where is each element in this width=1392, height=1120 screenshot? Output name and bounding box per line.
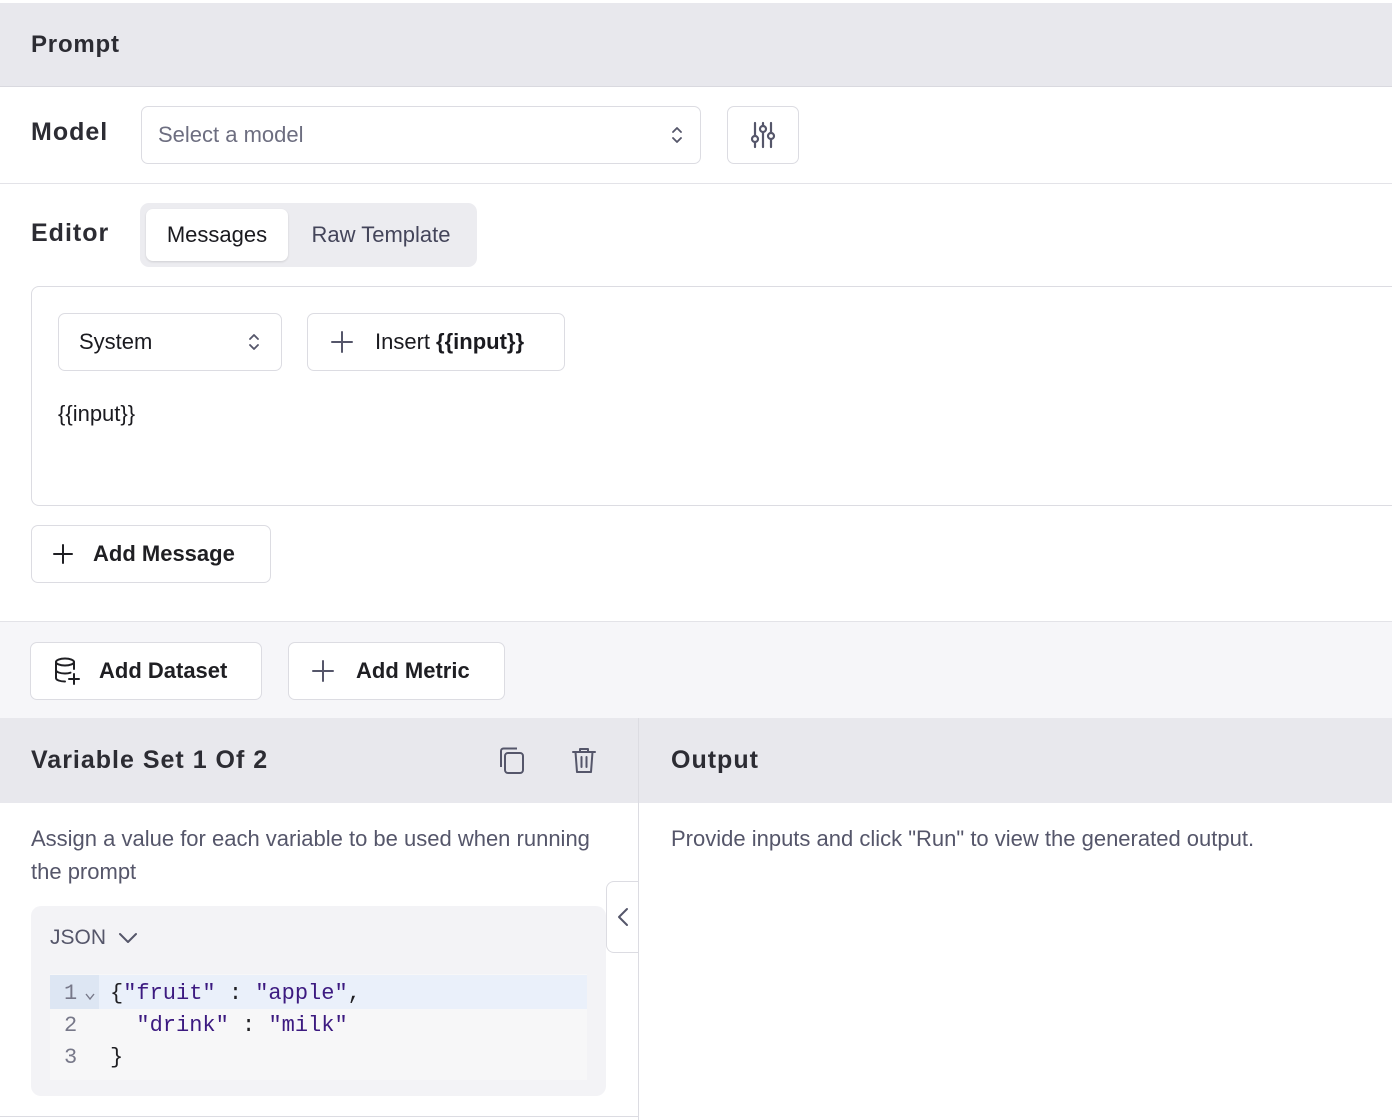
database-add-icon	[53, 656, 81, 686]
line-number: 3	[64, 1045, 78, 1070]
copy-icon[interactable]	[497, 745, 527, 777]
line-number: 1	[64, 981, 78, 1006]
insert-label: Insert	[375, 329, 431, 354]
tab-messages[interactable]: Messages	[146, 209, 288, 261]
model-settings-button[interactable]	[727, 106, 799, 164]
add-metric-button[interactable]: Add Metric	[288, 642, 505, 700]
tab-messages-label: Messages	[166, 222, 268, 247]
role-select-value: System	[79, 329, 153, 354]
editor-tabs: Messages Raw Template	[140, 203, 477, 267]
message-content[interactable]: {{input}}	[58, 401, 135, 427]
model-label: Model	[31, 118, 109, 146]
plus-icon	[330, 330, 354, 354]
chevron-updown-icon	[670, 124, 684, 146]
json-editor-card: JSON 1 {"fruit" : "apple", 2 "drink" : "…	[31, 906, 606, 1096]
add-metric-label: Add Metric	[356, 658, 470, 683]
bottom-border	[0, 1116, 638, 1117]
chevron-left-icon	[617, 907, 629, 927]
tab-raw-template[interactable]: Raw Template	[292, 209, 470, 261]
code-editor[interactable]: 1 {"fruit" : "apple", 2 "drink" : "milk"…	[50, 974, 587, 1080]
plus-icon	[52, 543, 74, 565]
trash-icon[interactable]	[570, 745, 598, 775]
add-dataset-label: Add Dataset	[99, 658, 228, 683]
sliders-icon	[748, 120, 778, 150]
line-number: 2	[64, 1013, 78, 1038]
code-line: }	[110, 1045, 124, 1070]
format-select[interactable]: JSON	[50, 926, 138, 950]
add-message-button[interactable]: Add Message	[31, 525, 271, 583]
plus-icon	[311, 659, 335, 683]
collapse-panel-button[interactable]	[606, 881, 638, 953]
prompt-title: Prompt	[31, 31, 120, 58]
model-select-value: Select a model	[158, 122, 304, 147]
dataset-toolbar: Add Dataset Add Metric	[0, 621, 1392, 718]
code-line: "drink" : "milk"	[136, 1013, 348, 1038]
tab-raw-template-label: Raw Template	[311, 222, 451, 247]
insert-variable-name: {{input}}	[436, 329, 525, 354]
add-dataset-button[interactable]: Add Dataset	[30, 642, 262, 700]
variable-set-title: Variable Set 1 Of 2	[31, 746, 269, 774]
output-title: Output	[671, 746, 759, 774]
fold-chevron-icon[interactable]	[85, 993, 95, 1001]
message-card: System Insert {{input}} {{input}}	[31, 286, 1392, 506]
model-select[interactable]: Select a model	[141, 106, 701, 164]
output-header: Output	[639, 718, 1392, 803]
chevron-down-icon	[118, 932, 138, 944]
format-label: JSON	[50, 926, 107, 949]
add-message-label: Add Message	[93, 541, 235, 566]
prompt-header: Prompt	[0, 3, 1392, 87]
divider	[0, 183, 1392, 184]
role-select[interactable]: System	[58, 313, 282, 371]
insert-variable-button[interactable]: Insert {{input}}	[307, 313, 565, 371]
output-placeholder: Provide inputs and click "Run" to view t…	[671, 826, 1255, 851]
variable-set-header: Variable Set 1 Of 2	[0, 718, 638, 803]
code-line: {"fruit" : "apple",	[110, 981, 361, 1006]
variable-set-description: Assign a value for each variable to be u…	[31, 826, 590, 884]
chevron-updown-icon	[247, 331, 261, 353]
editor-label: Editor	[31, 219, 110, 247]
